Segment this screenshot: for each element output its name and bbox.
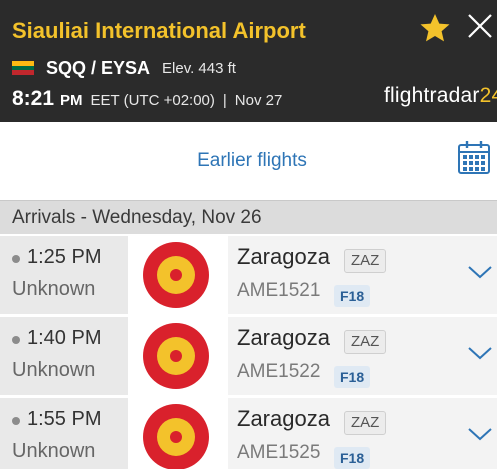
calendar-icon[interactable] — [457, 139, 491, 175]
status-dot-icon — [12, 417, 20, 425]
earlier-flights-bar: Earlier flights — [0, 122, 497, 200]
flight-time-cell: 1:25 PM Unknown — [0, 236, 128, 314]
status-dot-icon — [12, 255, 20, 263]
flightradar24-logo: flightradar24 — [384, 84, 497, 108]
flight-number: AME1521 — [237, 280, 321, 301]
arrivals-section-header: Arrivals - Wednesday, Nov 26 — [0, 200, 497, 234]
timezone-label: EET (UTC +02:00) — [90, 92, 215, 109]
aircraft-type-badge: F18 — [334, 366, 371, 388]
origin-code-badge: ZAZ — [344, 411, 387, 435]
airline-logo-cell — [128, 236, 228, 314]
status-dot-icon — [12, 336, 20, 344]
origin-code-badge: ZAZ — [344, 249, 387, 273]
spanish-air-force-roundel-icon — [143, 242, 209, 308]
local-time-ampm: PM — [60, 92, 83, 109]
local-time: 8:21 — [12, 87, 55, 110]
flight-info-cell: Zaragoza ZAZ AME1522 F18 — [228, 317, 497, 395]
flight-status: Unknown — [12, 278, 96, 300]
spanish-air-force-roundel-icon — [143, 323, 209, 389]
airport-codes: SQQ / EYSA — [46, 57, 151, 78]
earlier-flights-link[interactable]: Earlier flights — [0, 150, 497, 172]
flight-row[interactable]: 1:25 PM Unknown Zaragoza ZAZ AME1521 F18 — [0, 236, 497, 314]
flight-row[interactable]: 1:40 PM Unknown Zaragoza ZAZ AME1522 F18 — [0, 317, 497, 395]
airport-elevation: Elev. 443 ft — [162, 59, 236, 77]
airline-logo-cell — [128, 398, 228, 469]
flight-row[interactable]: 1:55 PM Unknown Zaragoza ZAZ AME1525 F18 — [0, 398, 497, 469]
aircraft-type-badge: F18 — [334, 285, 371, 307]
airport-title: Siauliai International Airport — [12, 18, 306, 43]
chevron-down-icon[interactable] — [467, 345, 493, 361]
origin-city: Zaragoza — [237, 325, 330, 350]
flight-time-cell: 1:55 PM Unknown — [0, 398, 128, 469]
chevron-down-icon[interactable] — [467, 426, 493, 442]
airport-code-row: SQQ / EYSA Elev. 443 ft — [12, 58, 236, 78]
arrivals-section-title: Arrivals - Wednesday, Nov 26 — [12, 207, 262, 228]
flight-status: Unknown — [12, 359, 96, 381]
flight-status: Unknown — [12, 440, 96, 462]
flight-info-cell: Zaragoza ZAZ AME1525 F18 — [228, 398, 497, 469]
star-icon[interactable] — [418, 12, 452, 44]
flight-number: AME1522 — [237, 361, 321, 382]
logo-number: 24 — [479, 84, 497, 107]
origin-city: Zaragoza — [237, 406, 330, 431]
flight-info-cell: Zaragoza ZAZ AME1521 F18 — [228, 236, 497, 314]
scheduled-time: 1:40 PM — [27, 327, 102, 349]
origin-code-badge: ZAZ — [344, 330, 387, 354]
local-date: Nov 27 — [234, 92, 283, 109]
local-time-row: 8:21 PM EET (UTC +02:00) | Nov 27 — [12, 87, 282, 111]
origin-city: Zaragoza — [237, 244, 330, 269]
airline-logo-cell — [128, 317, 228, 395]
flight-number: AME1525 — [237, 442, 321, 463]
scheduled-time: 1:25 PM — [27, 246, 102, 268]
aircraft-type-badge: F18 — [334, 447, 371, 469]
airport-header: Siauliai International Airport SQQ / EYS… — [0, 0, 497, 122]
time-separator: | — [222, 92, 227, 109]
flight-time-cell: 1:40 PM Unknown — [0, 317, 128, 395]
lithuania-flag-icon — [12, 61, 34, 76]
logo-text: flightradar — [384, 84, 480, 107]
scheduled-time: 1:55 PM — [27, 408, 102, 430]
close-icon[interactable] — [466, 12, 494, 40]
chevron-down-icon[interactable] — [467, 264, 493, 280]
spanish-air-force-roundel-icon — [143, 404, 209, 469]
